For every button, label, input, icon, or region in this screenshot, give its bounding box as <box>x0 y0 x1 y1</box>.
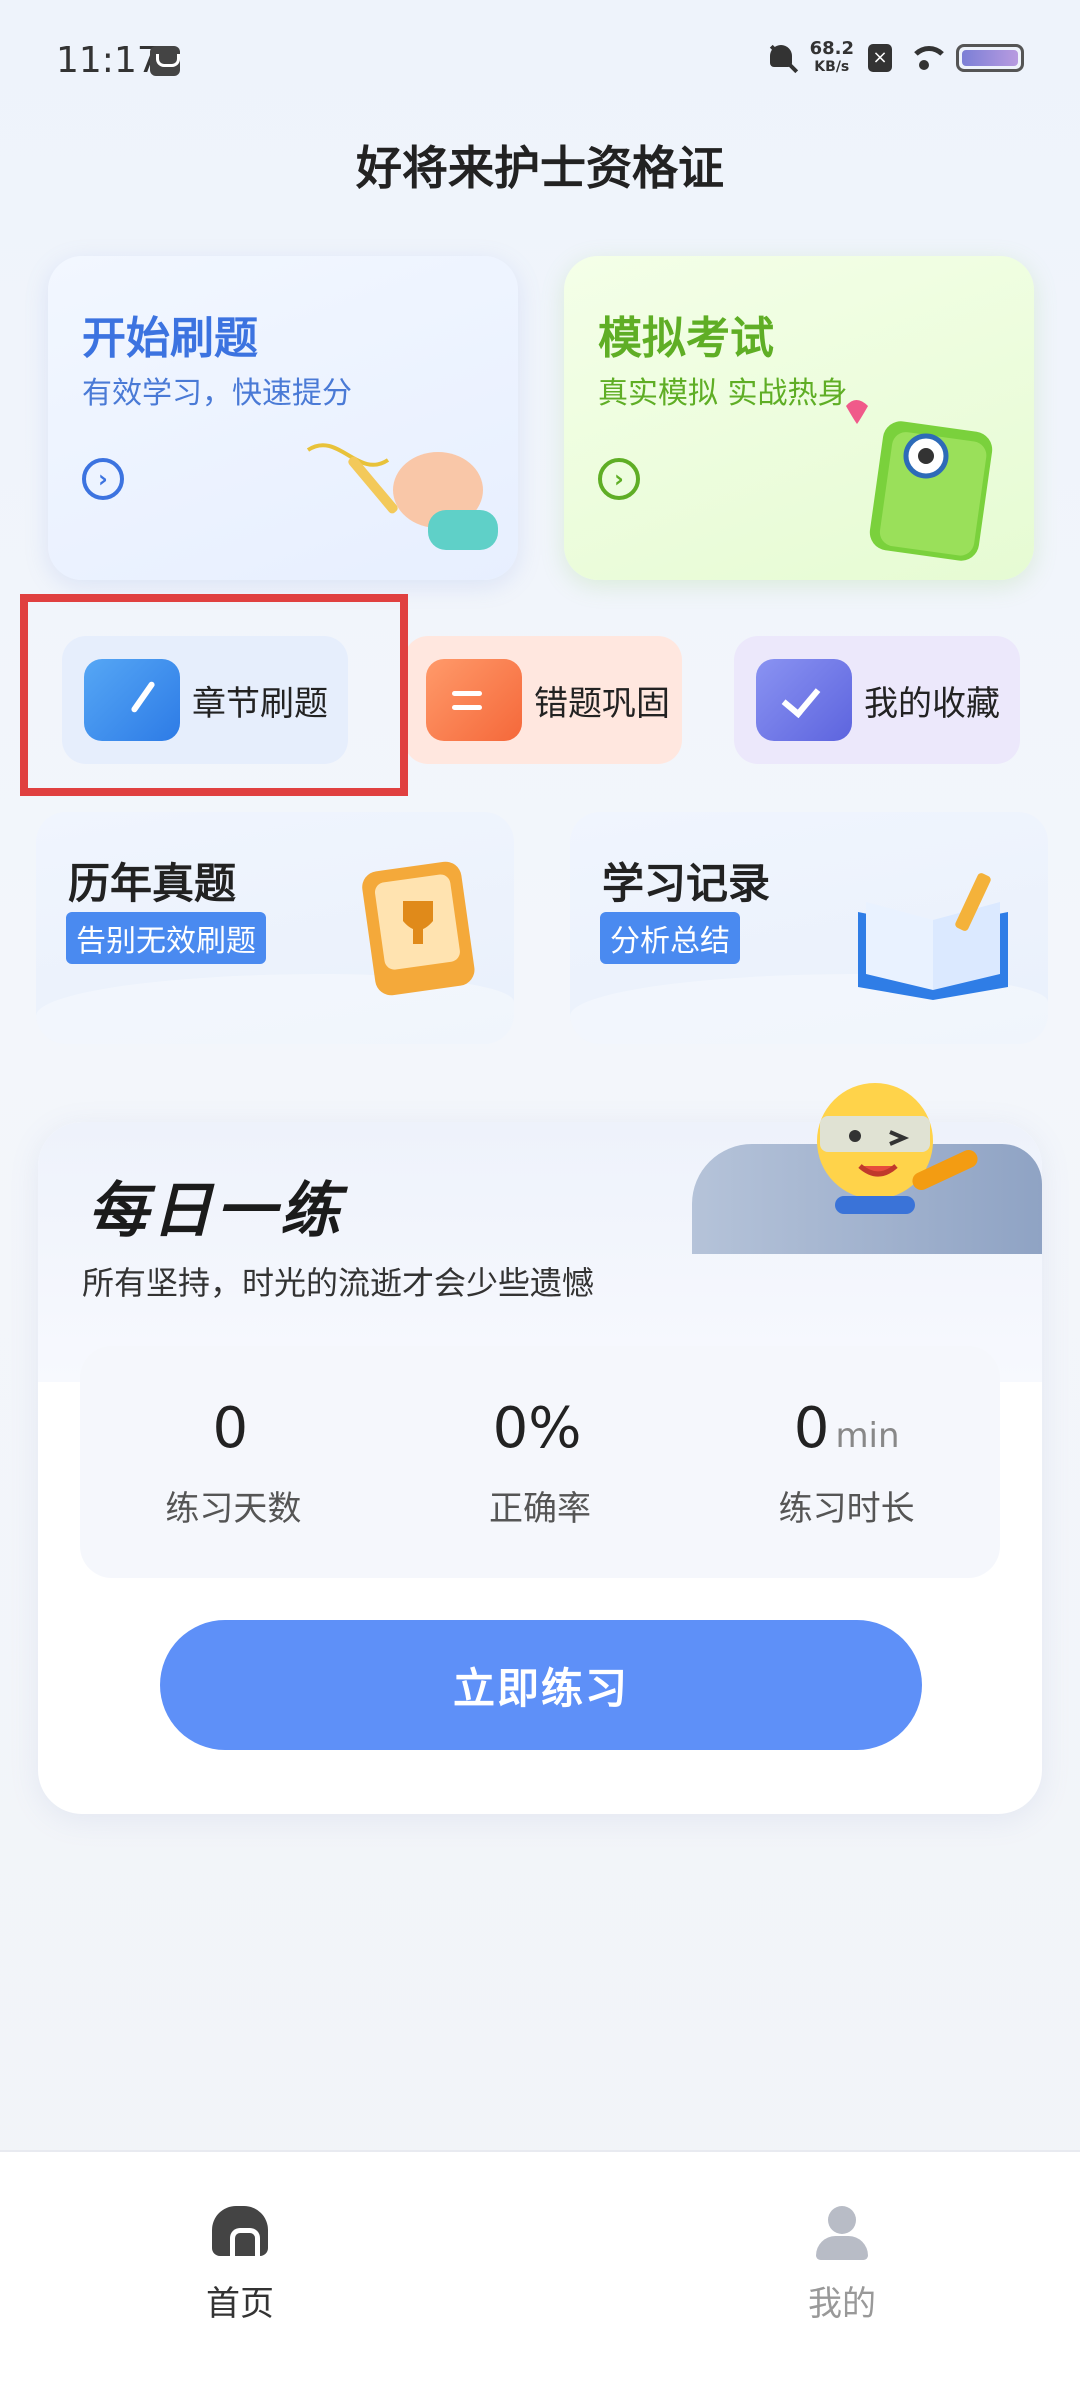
check-icon <box>756 659 852 741</box>
my-favorites-label: 我的收藏 <box>864 683 1000 724</box>
past-exams-title: 历年真题 <box>68 859 237 908</box>
nav-home-label: 首页 <box>206 2284 274 2324</box>
past-exams-card[interactable]: 历年真题 告别无效刷题 <box>36 812 514 1044</box>
bottom-navigation: 首页 我的 <box>0 2150 1080 2408</box>
stat-value: 0 <box>793 1396 830 1461</box>
study-record-badge: 分析总结 <box>600 912 740 964</box>
calendar-icon <box>426 659 522 741</box>
study-record-title: 学习记录 <box>602 859 771 908</box>
stat-practice-days: 0 练习天数 <box>80 1346 387 1578</box>
stat-value: 0% <box>492 1396 582 1461</box>
start-practice-title: 开始刷题 <box>82 313 258 364</box>
mute-bell-icon <box>766 43 796 73</box>
past-exams-badge: 告别无效刷题 <box>66 912 266 964</box>
status-time: 11:17 <box>56 40 160 81</box>
status-bar: 11:17 68.2 KB/s × <box>0 0 1080 120</box>
status-icons: 68.2 KB/s × <box>766 40 1024 76</box>
arrow-right-icon[interactable]: › <box>598 458 640 500</box>
battery-icon <box>956 44 1024 72</box>
stat-label: 练习时长 <box>778 1489 915 1529</box>
arrow-right-icon[interactable]: › <box>82 458 124 500</box>
hand-writing-illustration <box>306 443 498 550</box>
stat-value: 0 <box>212 1396 249 1461</box>
home-icon <box>212 2206 268 2261</box>
my-favorites-tile[interactable]: 我的收藏 <box>734 636 1020 764</box>
nav-mine-label: 我的 <box>808 2284 876 2324</box>
practice-stats: 0 练习天数 0% 正确率 0 min 练习时长 <box>80 1346 1000 1578</box>
start-practice-button[interactable]: 立即练习 <box>160 1620 922 1750</box>
stat-label: 正确率 <box>489 1489 591 1529</box>
daily-practice-title: 每日一练 <box>88 1176 344 1246</box>
network-speed-value: 68.2 <box>809 38 854 59</box>
network-speed-unit: KB/s <box>814 59 850 75</box>
page-title: 好将来护士资格证 <box>356 141 724 195</box>
mock-exam-title: 模拟考试 <box>598 313 774 364</box>
start-practice-card[interactable]: 开始刷题 有效学习，快速提分 › <box>48 256 518 580</box>
wifi-icon <box>906 44 950 72</box>
person-icon <box>814 2206 870 2260</box>
book-mascot-illustration <box>846 400 993 561</box>
stat-accuracy: 0% 正确率 <box>387 1346 694 1578</box>
mascot-illustration <box>817 1083 978 1214</box>
start-practice-subtitle: 有效学习，快速提分 <box>82 376 352 411</box>
network-speed: 68.2 KB/s <box>810 40 854 76</box>
nav-mine[interactable]: 我的 <box>742 2206 942 2325</box>
wrong-questions-tile[interactable]: 错题巩固 <box>404 636 682 764</box>
stat-unit: min <box>835 1416 900 1456</box>
highlight-box <box>20 594 408 796</box>
notification-icon <box>150 46 180 76</box>
daily-practice-subtitle: 所有坚持，时光的流逝才会少些遗憾 <box>82 1264 595 1302</box>
mock-exam-subtitle: 真实模拟 实战热身 <box>598 376 848 411</box>
nav-home[interactable]: 首页 <box>140 2206 340 2325</box>
wrong-questions-label: 错题巩固 <box>534 683 670 724</box>
mock-exam-card[interactable]: 模拟考试 真实模拟 实战热身 › <box>564 256 1034 580</box>
open-book-icon <box>858 873 1008 1000</box>
study-record-card[interactable]: 学习记录 分析总结 <box>570 812 1048 1044</box>
trophy-book-icon <box>362 861 475 996</box>
stat-practice-duration: 0 min 练习时长 <box>693 1346 1000 1578</box>
sim-x-icon: × <box>868 44 892 72</box>
stat-label: 练习天数 <box>165 1489 302 1529</box>
